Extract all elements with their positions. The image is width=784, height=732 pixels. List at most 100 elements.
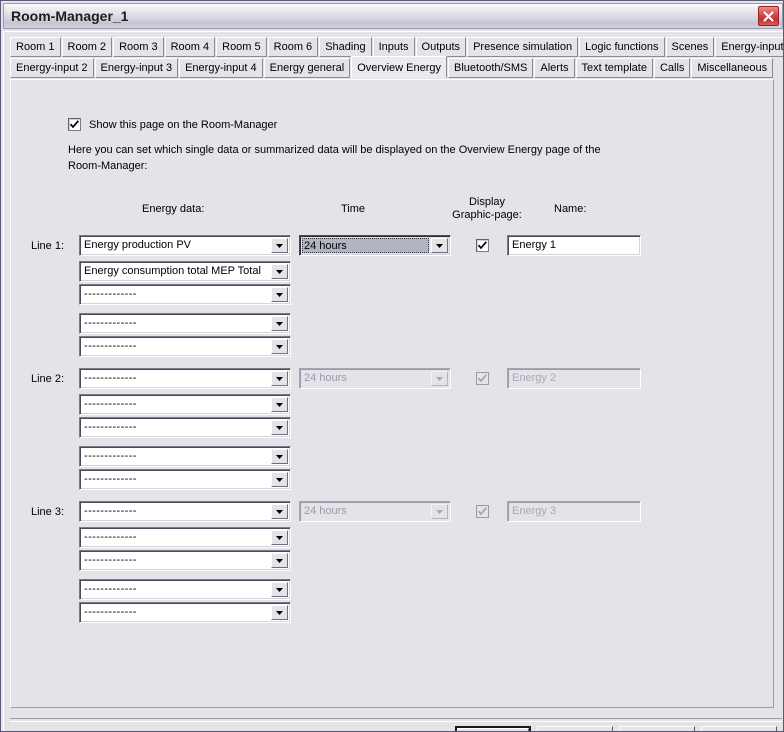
dialog-client-area: Room 1 Room 2 Room 3 Room 4 Room 5 Room 6 Shad… [3, 31, 783, 731]
chevron-down-icon[interactable] [271, 316, 288, 331]
time-combo-line2: 24 hours [299, 368, 451, 389]
tab-strip: Room 1 Room 2 Room 3 Room 4 Room 5 Room 6 Shad… [10, 37, 783, 78]
combo-value: ------------- [84, 473, 137, 485]
combo-value: ------------- [84, 340, 137, 352]
tab-text-template[interactable]: Text template [575, 58, 653, 78]
header-display-line-2: Graphic-page: [452, 209, 522, 221]
chevron-down-icon[interactable] [271, 397, 288, 412]
energy-data-combo-line3-4[interactable]: ------------- [79, 579, 291, 600]
tab-room-6[interactable]: Room 6 [267, 37, 319, 57]
time-combo-line1[interactable]: 24 hours [299, 235, 451, 256]
chevron-down-icon[interactable] [271, 449, 288, 464]
time-combo-line3: 24 hours [299, 501, 451, 522]
tab-room-1[interactable]: Room 1 [10, 37, 61, 57]
energy-data-combo-line1-3[interactable]: ------------- [79, 284, 291, 305]
chevron-down-icon [431, 504, 448, 519]
tab-calls[interactable]: Calls [653, 58, 691, 78]
tab-room-4[interactable]: Room 4 [164, 37, 216, 57]
energy-data-combo-line2-4[interactable]: ------------- [79, 446, 291, 467]
tab-row-2: Energy-input 2 Energy-input 3 Energy-input… [10, 56, 776, 78]
energy-data-combo-line3-5[interactable]: ------------- [79, 602, 291, 623]
tab-inputs[interactable]: Inputs [372, 37, 415, 57]
tab-room-2[interactable]: Room 2 [61, 37, 113, 57]
combo-value: ------------- [84, 288, 137, 300]
tab-energy-input-3[interactable]: Energy-input 3 [94, 58, 179, 78]
chevron-down-icon[interactable] [271, 371, 288, 386]
combo-value: ------------- [84, 583, 137, 595]
tab-outputs[interactable]: Outputs [415, 37, 467, 57]
tab-row-1: Room 1 Room 2 Room 3 Room 4 Room 5 Room 6 Shad… [10, 37, 783, 57]
tab-bluetooth-sms[interactable]: Bluetooth/SMS [448, 58, 534, 78]
name-input-value: Energy 3 [512, 505, 557, 517]
combo-value: ------------- [84, 421, 137, 433]
display-graphic-page-checkbox-line1[interactable] [476, 239, 489, 252]
combo-value: ------------- [84, 554, 137, 566]
tab-energy-input-4[interactable]: Energy-input 4 [179, 58, 263, 78]
energy-data-combo-line3-2[interactable]: ------------- [79, 527, 291, 548]
room-manager-dialog: Room-Manager_1 Room 1 Room 2 Room 3 Room 4R… [0, 0, 784, 732]
energy-data-combo-line3-3[interactable]: ------------- [79, 550, 291, 571]
chevron-down-icon[interactable] [271, 605, 288, 620]
cancel-button[interactable]: Cancel [537, 726, 613, 731]
checkmark-icon [477, 241, 487, 250]
combo-value: ------------- [84, 505, 137, 517]
chevron-down-icon[interactable] [431, 238, 448, 253]
chevron-down-icon[interactable] [271, 264, 288, 279]
energy-data-combo-line1-1[interactable]: Energy production PV [79, 235, 291, 256]
tab-energy-input-1[interactable]: Energy-input 1 [715, 37, 783, 57]
chevron-down-icon[interactable] [271, 582, 288, 597]
energy-data-combo-line2-2[interactable]: ------------- [79, 394, 291, 415]
title-bar: Room-Manager_1 [3, 3, 783, 29]
combo-value: ------------- [84, 606, 137, 618]
time-combo-value: 24 hours [304, 372, 347, 384]
ok-button-label: OK [457, 728, 529, 731]
close-icon [763, 11, 774, 22]
time-combo-value: 24 hours [304, 240, 347, 252]
line-label-2: Line 2: [31, 373, 65, 385]
name-input-value: Energy 1 [512, 239, 557, 251]
checkmark-icon [477, 374, 487, 383]
show-page-label: Show this page on the Room-Manager [89, 119, 278, 131]
tab-logic-functions[interactable]: Logic functions [579, 37, 665, 57]
energy-data-combo-line1-2[interactable]: Energy consumption total MEP Total [79, 261, 291, 282]
energy-data-combo-line2-1[interactable]: ------------- [79, 368, 291, 389]
chevron-down-icon[interactable] [271, 238, 288, 253]
energy-data-combo-line3-1[interactable]: ------------- [79, 501, 291, 522]
ok-button[interactable]: OK [455, 726, 531, 731]
help-button[interactable]: Help [701, 726, 777, 731]
energy-data-combo-line1-4[interactable]: ------------- [79, 313, 291, 334]
window-title: Room-Manager_1 [11, 8, 129, 24]
name-input-value: Energy 2 [512, 372, 557, 384]
energy-data-combo-line2-3[interactable]: ------------- [79, 417, 291, 438]
energy-data-combo-line2-5[interactable]: ------------- [79, 469, 291, 490]
tab-overview-energy[interactable]: Overview Energy [351, 56, 448, 78]
tab-scenes[interactable]: Scenes [665, 37, 715, 57]
chevron-down-icon[interactable] [271, 553, 288, 568]
chevron-down-icon[interactable] [271, 472, 288, 487]
chevron-down-icon [431, 371, 448, 386]
tab-energy-input-2[interactable]: Energy-input 2 [10, 58, 94, 78]
tab-alerts[interactable]: Alerts [534, 58, 575, 78]
tab-miscellaneous[interactable]: Miscellaneous [691, 58, 774, 78]
combo-value: Energy consumption total MEP Total [84, 265, 261, 277]
tab-presence-simulation[interactable]: Presence simulation [467, 37, 579, 57]
line-label-3: Line 3: [31, 506, 65, 518]
chevron-down-icon[interactable] [271, 287, 288, 302]
name-input-line1[interactable]: Energy 1 [507, 235, 641, 256]
energy-data-combo-line1-5[interactable]: ------------- [79, 336, 291, 357]
tab-room-5[interactable]: Room 5 [216, 37, 267, 57]
combo-value: ------------- [84, 372, 137, 384]
chevron-down-icon[interactable] [271, 530, 288, 545]
show-page-checkbox[interactable] [68, 118, 81, 131]
description-line-1: Here you can set which single data or su… [68, 144, 601, 156]
tab-energy-general[interactable]: Energy general [263, 58, 351, 78]
time-combo-value: 24 hours [304, 505, 347, 517]
chevron-down-icon[interactable] [271, 420, 288, 435]
chevron-down-icon[interactable] [271, 339, 288, 354]
close-button[interactable] [758, 6, 779, 26]
tab-shading[interactable]: Shading [319, 37, 372, 57]
tab-room-3[interactable]: Room 3 [113, 37, 164, 57]
name-input-line2: Energy 2 [507, 368, 641, 389]
header-time: Time [341, 203, 366, 215]
chevron-down-icon[interactable] [271, 504, 288, 519]
